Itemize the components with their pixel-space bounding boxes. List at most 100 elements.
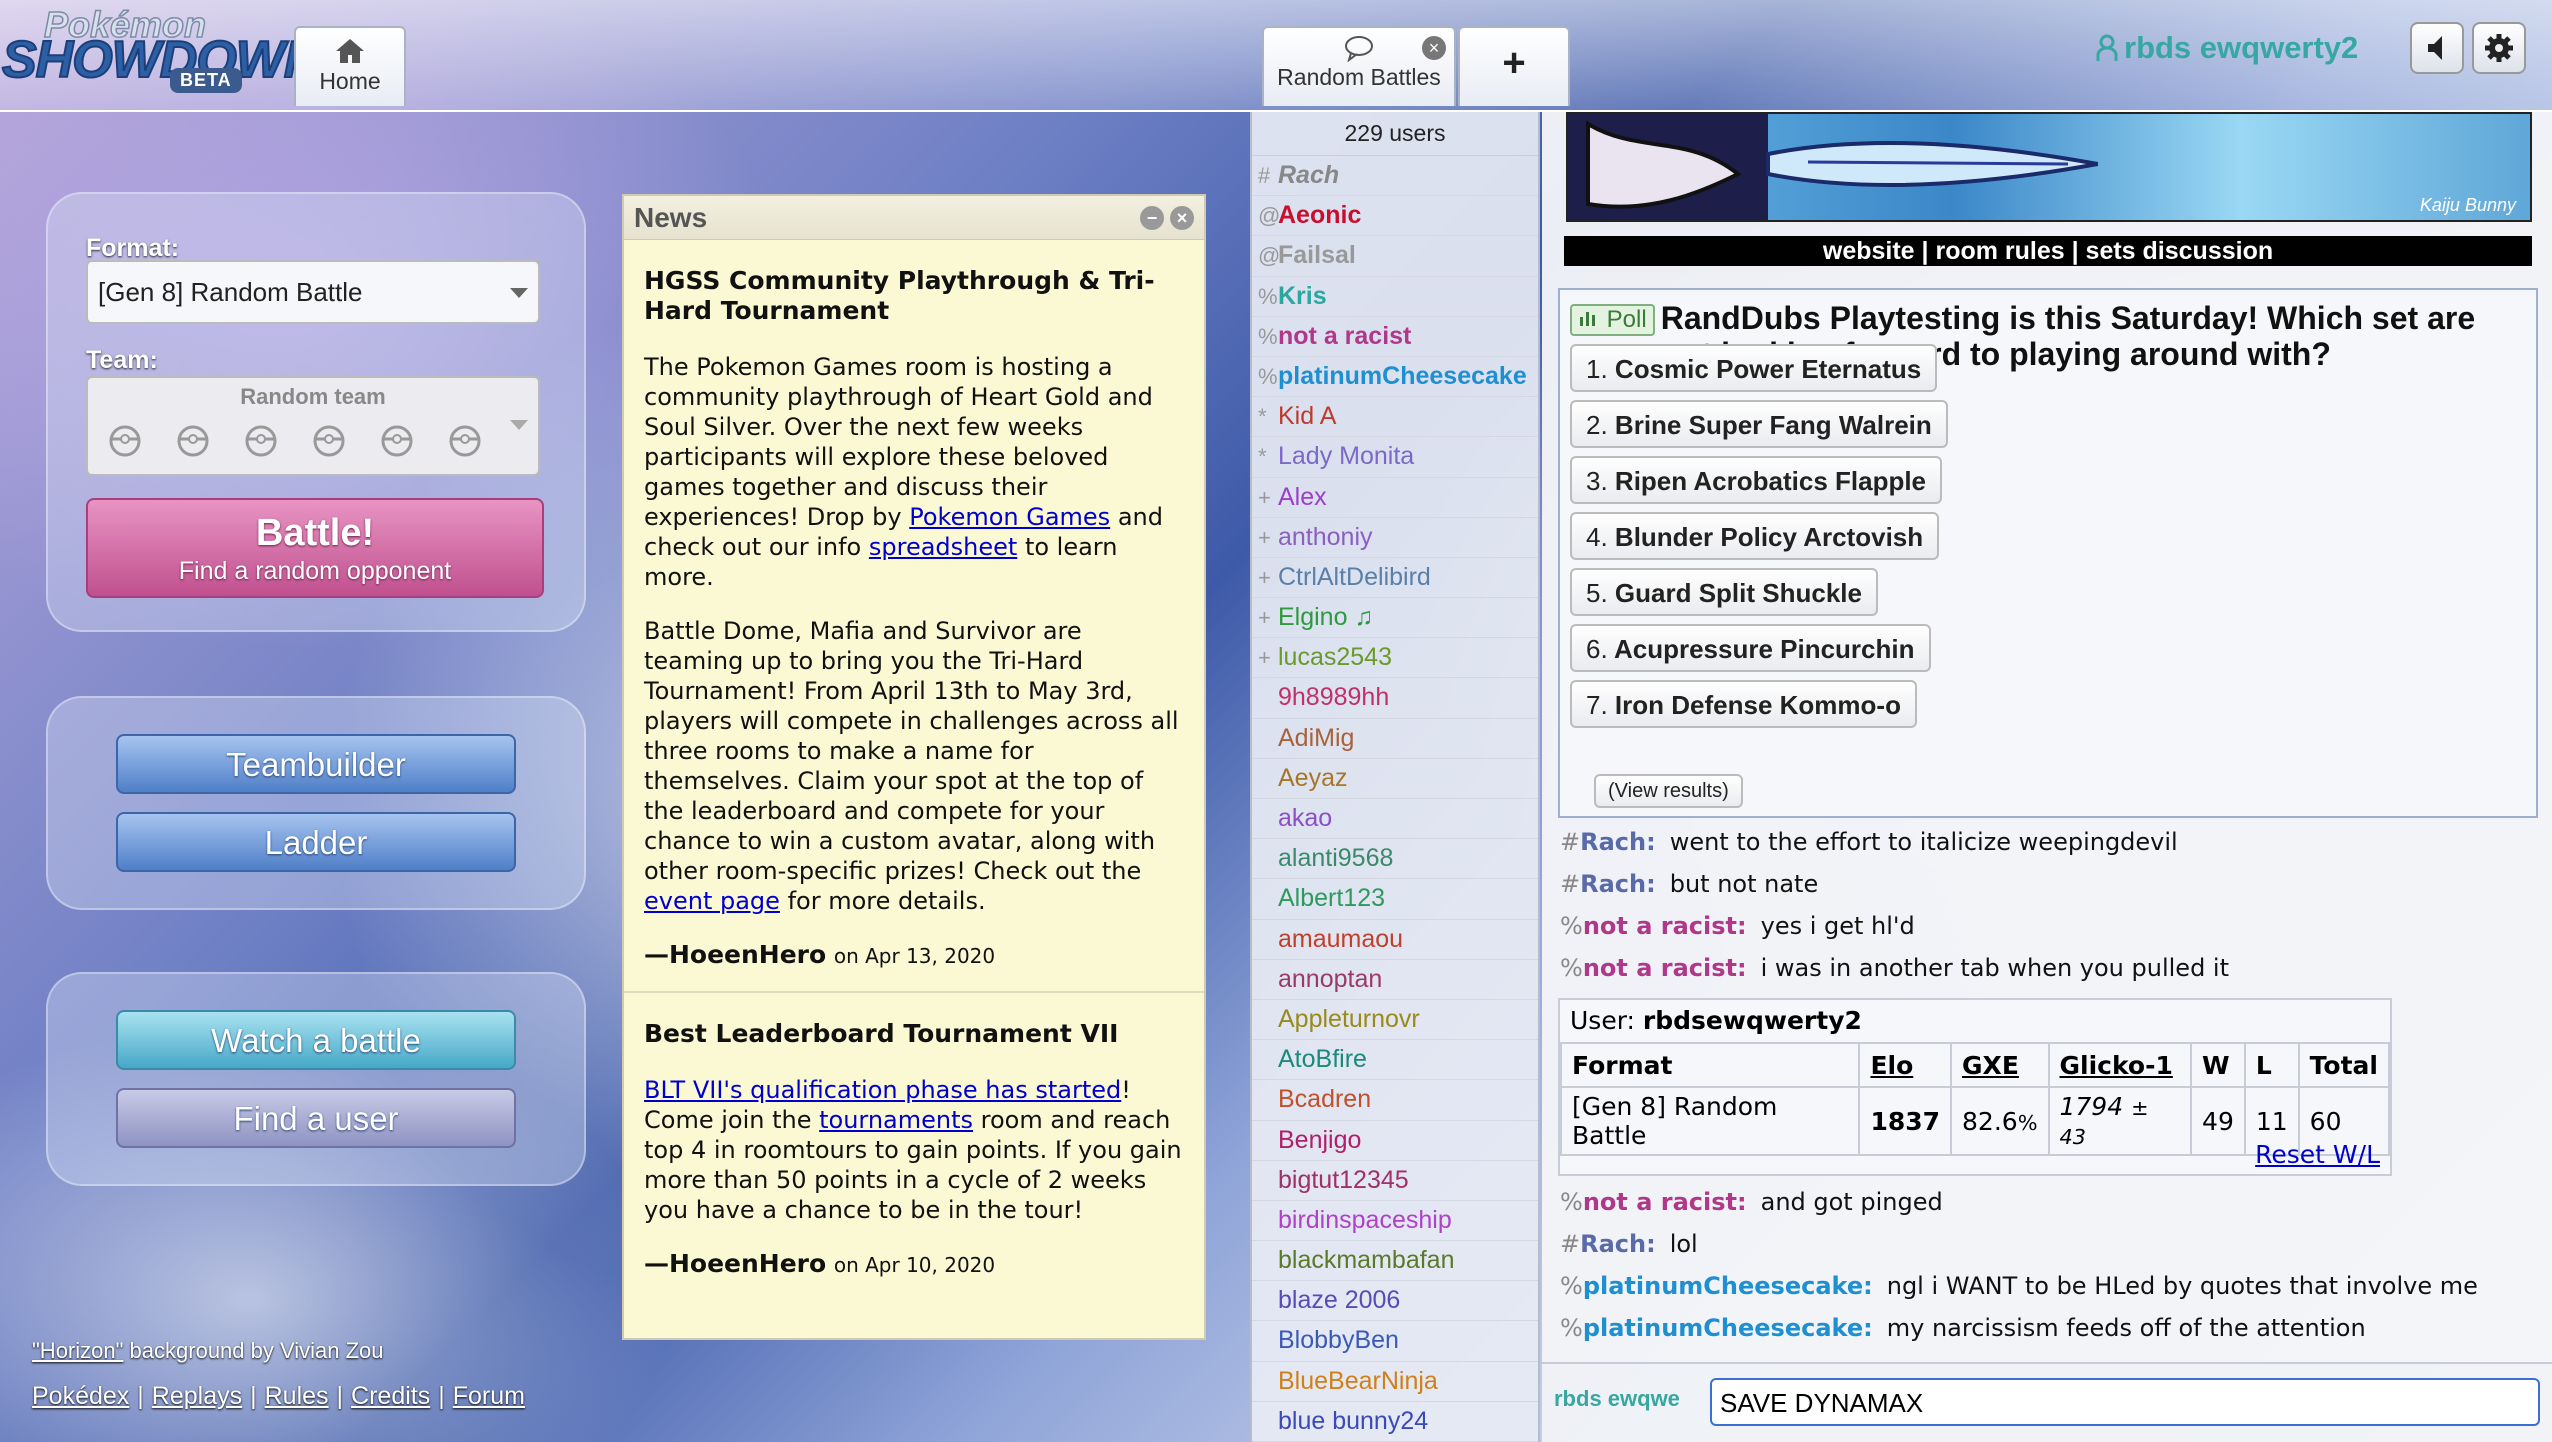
- close-icon[interactable]: ×: [1170, 206, 1194, 230]
- user-rank-symbol: +: [1258, 605, 1271, 631]
- user-list-item[interactable]: Appleturnovr: [1252, 1000, 1538, 1041]
- user-list-item[interactable]: Bcadren: [1252, 1080, 1538, 1121]
- close-tab-icon[interactable]: ×: [1422, 36, 1446, 60]
- user-list-item[interactable]: + CtrlAltDelibird: [1252, 558, 1538, 599]
- chat-username[interactable]: platinumCheesecake:: [1583, 1314, 1873, 1342]
- user-list-item[interactable]: blaze 2006: [1252, 1281, 1538, 1322]
- chevron-down-icon: [510, 420, 528, 430]
- col-glicko[interactable]: Glicko-1: [2047, 1042, 2193, 1088]
- user-list-item[interactable]: @Failsal: [1252, 236, 1538, 277]
- spreadsheet-link[interactable]: spreadsheet: [869, 533, 1017, 561]
- poll-option-number: 1.: [1586, 354, 1608, 384]
- footer-link-forum[interactable]: Forum: [453, 1382, 525, 1410]
- sound-button[interactable]: [2410, 22, 2464, 74]
- news-author: —HoeenHero: [644, 1249, 827, 1278]
- battle-button[interactable]: Battle! Find a random opponent: [86, 498, 544, 598]
- user-list-item[interactable]: * Kid A: [1252, 397, 1538, 438]
- user-list-item[interactable]: + lucas2543: [1252, 638, 1538, 679]
- event-page-link[interactable]: event page: [644, 887, 780, 915]
- user-list-item[interactable]: blue bunny24: [1252, 1402, 1538, 1442]
- chat-username[interactable]: not a racist:: [1583, 912, 1747, 940]
- user-list-item[interactable]: * Lady Monita: [1252, 437, 1538, 478]
- user-list-item[interactable]: BlueBearNinja: [1252, 1362, 1538, 1402]
- view-results-button[interactable]: (View results): [1594, 774, 1743, 808]
- user-list-item[interactable]: blackmambafan: [1252, 1241, 1538, 1282]
- battle-button-label: Battle!: [255, 512, 375, 554]
- user-rank-symbol: %: [1258, 323, 1278, 349]
- footer-link-replays[interactable]: Replays: [152, 1382, 242, 1410]
- minimize-icon[interactable]: −: [1140, 206, 1164, 230]
- poll-option[interactable]: 2. Brine Super Fang Walrein: [1570, 400, 1948, 448]
- poll-option[interactable]: 7. Iron Defense Kommo-o: [1570, 680, 1917, 728]
- chat-username[interactable]: platinumCheesecake:: [1583, 1272, 1873, 1300]
- user-name: not a racist: [1278, 321, 1412, 350]
- user-list-item[interactable]: Aeyaz: [1252, 759, 1538, 799]
- user-list-item[interactable]: akao: [1252, 799, 1538, 840]
- tournaments-link[interactable]: tournaments: [819, 1106, 973, 1134]
- chat-username[interactable]: Rach:: [1580, 828, 1656, 856]
- user-list-item[interactable]: BlobbyBen: [1252, 1321, 1538, 1362]
- user-list-item[interactable]: %Kris: [1252, 277, 1538, 317]
- poll-option[interactable]: 3. Ripen Acrobatics Flapple: [1570, 456, 1943, 504]
- user-list-item[interactable]: alanti9568: [1252, 839, 1538, 880]
- chat-username[interactable]: Rach:: [1580, 870, 1656, 898]
- user-list-item[interactable]: # Rach: [1252, 156, 1538, 197]
- chat-input-username[interactable]: rbds ewqwe: [1554, 1386, 1680, 1412]
- background-credit-link[interactable]: "Horizon": [32, 1338, 123, 1363]
- user-list-item[interactable]: Benjigo: [1252, 1121, 1538, 1161]
- news-text: for more details.: [779, 887, 986, 915]
- chat-username[interactable]: not a racist:: [1583, 954, 1747, 982]
- user-list[interactable]: 229 users # Rach @Aeonic @Failsal %Kris %not …: [1250, 112, 1540, 1442]
- team-select[interactable]: Random team: [86, 376, 540, 476]
- user-list-item[interactable]: %not a racist: [1252, 317, 1538, 357]
- user-list-item[interactable]: annoptan: [1252, 960, 1538, 1000]
- col-elo[interactable]: Elo: [1858, 1042, 1953, 1088]
- chat-rank-symbol: #: [1560, 1230, 1581, 1258]
- room-links[interactable]: website | room rules | sets discussion: [1564, 236, 2532, 266]
- user-list-item[interactable]: + Elgino ♫: [1252, 598, 1538, 639]
- blt-link[interactable]: BLT VII's qualification phase has starte…: [644, 1076, 1121, 1104]
- user-list-item[interactable]: birdinspaceship: [1252, 1201, 1538, 1242]
- news-byline: —HoeenHero on Apr 10, 2020: [644, 1249, 1184, 1280]
- user-list-item[interactable]: + anthoniy: [1252, 518, 1538, 558]
- tab-random-battles[interactable]: Random Battles ×: [1262, 26, 1456, 106]
- teambuilder-button[interactable]: Teambuilder: [116, 734, 516, 794]
- chat-log[interactable]: Kaiju Bunny website | room rules | sets …: [1542, 112, 2552, 1362]
- footer-link-credits[interactable]: Credits: [351, 1382, 430, 1410]
- user-list-item[interactable]: amaumaou: [1252, 920, 1538, 960]
- user-list-item[interactable]: bigtut12345: [1252, 1161, 1538, 1201]
- poll-option[interactable]: 5. Guard Split Shuckle: [1570, 568, 1878, 616]
- user-list-item[interactable]: Albert123: [1252, 879, 1538, 920]
- chat-rank-symbol: #: [1560, 828, 1581, 856]
- watch-battle-button[interactable]: Watch a battle: [116, 1010, 516, 1070]
- username[interactable]: rbds ewqwerty2: [2096, 30, 2358, 66]
- tab-home[interactable]: Home: [294, 26, 406, 106]
- user-list-item[interactable]: %platinumCheesecake: [1252, 357, 1538, 398]
- user-list-item[interactable]: 9h8989hh: [1252, 678, 1538, 719]
- chat-text: but not nate: [1669, 870, 1819, 898]
- pokemon-games-link[interactable]: Pokemon Games: [909, 503, 1110, 531]
- poll-option[interactable]: 6. Acupressure Pincurchin: [1570, 624, 1931, 672]
- find-user-button[interactable]: Find a user: [116, 1088, 516, 1148]
- col-gxe[interactable]: GXE: [1950, 1042, 2050, 1088]
- footer-link-rules[interactable]: Rules: [265, 1382, 329, 1410]
- col-total: Total: [2297, 1042, 2391, 1088]
- battle-button-sublabel: Find a random opponent: [178, 557, 452, 585]
- user-list-item[interactable]: AdiMig: [1252, 719, 1538, 759]
- user-rank-symbol: %: [1258, 363, 1278, 389]
- settings-button[interactable]: [2472, 22, 2526, 74]
- user-list-item[interactable]: @Aeonic: [1252, 196, 1538, 237]
- new-tab-button[interactable]: +: [1458, 26, 1570, 106]
- reset-wl-link[interactable]: Reset W/L: [2255, 1140, 2380, 1169]
- user-list-item[interactable]: AtoBfire: [1252, 1040, 1538, 1081]
- showdown-logo[interactable]: Pokémon SHOWDOWN BETA: [1, 3, 322, 100]
- poll-option[interactable]: 1. Cosmic Power Eternatus: [1570, 344, 1938, 392]
- chat-username[interactable]: Rach:: [1580, 1230, 1656, 1258]
- footer-link-pokedex[interactable]: Pokédex: [32, 1382, 129, 1410]
- chat-username[interactable]: not a racist:: [1583, 1188, 1747, 1216]
- poll-option[interactable]: 4. Blunder Policy Arctovish: [1570, 512, 1940, 560]
- ladder-button[interactable]: Ladder: [116, 812, 516, 872]
- chat-input[interactable]: SAVE DYNAMAX: [1710, 1378, 2540, 1426]
- user-list-item[interactable]: + Alex: [1252, 478, 1538, 518]
- format-select[interactable]: [Gen 8] Random Battle: [86, 260, 540, 324]
